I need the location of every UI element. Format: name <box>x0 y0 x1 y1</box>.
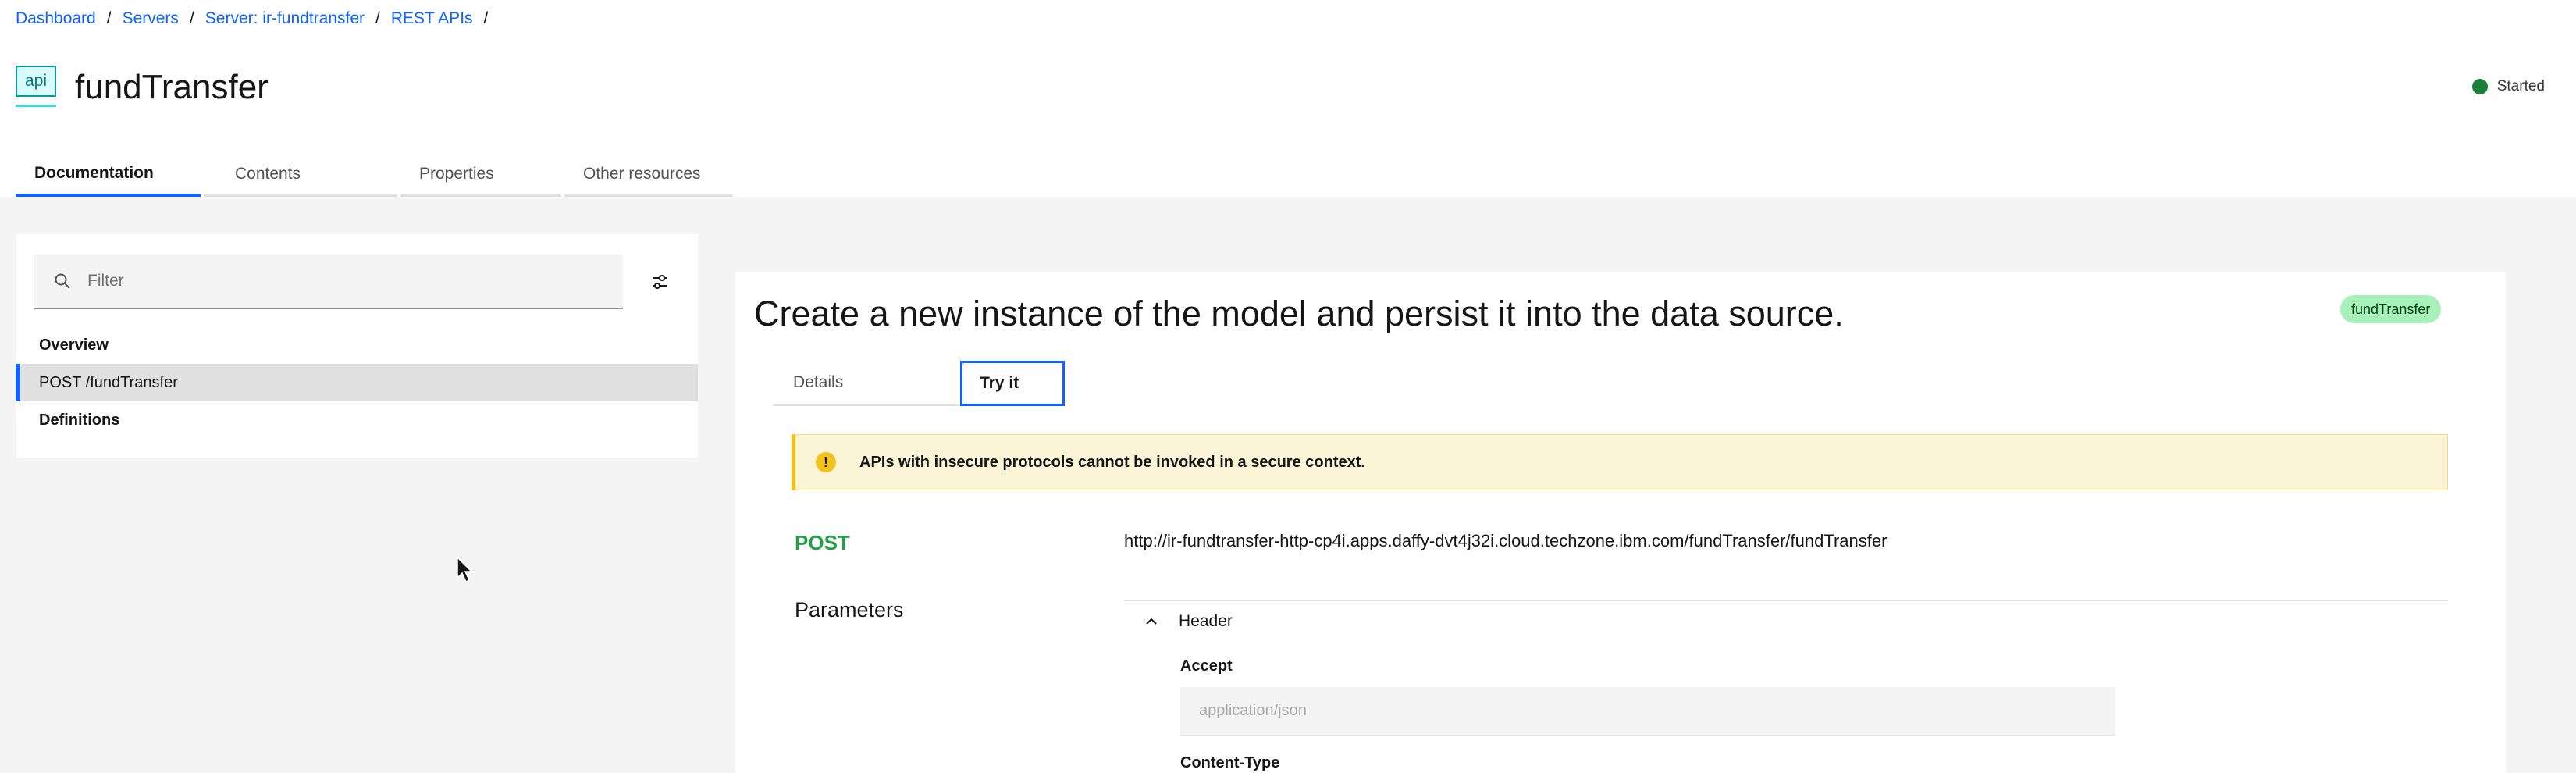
parameters-heading: Parameters <box>795 598 904 622</box>
accept-input[interactable] <box>1180 687 2115 736</box>
breadcrumb-server[interactable]: Server: ir-fundtransfer <box>205 9 365 28</box>
chevron-up-icon <box>1143 613 1160 630</box>
mouse-cursor-icon <box>456 556 475 584</box>
tab-properties[interactable]: Properties <box>400 153 561 197</box>
header-section-toggle[interactable]: Header <box>1143 612 1233 631</box>
operation-subtabs: Details Try it <box>773 361 1065 406</box>
filter-row <box>34 255 698 309</box>
filter-settings-icon[interactable] <box>648 270 671 294</box>
sidebar-nav: Overview POST /fundTransfer Definitions <box>16 326 698 439</box>
breadcrumb-separator: / <box>106 9 112 27</box>
http-method: POST <box>795 531 850 554</box>
sidebar-item-definitions[interactable]: Definitions <box>16 401 698 439</box>
endpoint-url: http://ir-fundtransfer-http-cp4i.apps.da… <box>1124 531 1888 550</box>
operation-panel: Create a new instance of the model and p… <box>735 272 2506 773</box>
tab-other-resources[interactable]: Other resources <box>564 153 733 197</box>
status-indicator: Started <box>2471 78 2545 95</box>
api-icon: api <box>16 66 58 108</box>
divider <box>1124 600 2448 601</box>
warning-message: APIs with insecure protocols cannot be i… <box>859 453 1365 471</box>
breadcrumb-dashboard[interactable]: Dashboard <box>16 9 96 28</box>
warning-notification: ! APIs with insecure protocols cannot be… <box>792 434 2448 490</box>
sidebar-item-overview[interactable]: Overview <box>16 326 698 364</box>
breadcrumb-separator: / <box>483 9 489 27</box>
search-icon <box>53 272 72 290</box>
filter-box <box>34 255 623 309</box>
header-section-label: Header <box>1179 612 1233 630</box>
main-tabs: Documentation Contents Properties Other … <box>16 153 736 197</box>
operation-tag: fundTransfer <box>2340 295 2442 323</box>
tab-details[interactable]: Details <box>773 361 960 406</box>
warning-icon: ! <box>816 452 836 472</box>
breadcrumb-separator: / <box>189 9 194 27</box>
accept-label: Accept <box>1180 657 1233 675</box>
tab-try-it[interactable]: Try it <box>960 361 1065 406</box>
breadcrumb: Dashboard / Servers / Server: ir-fundtra… <box>16 8 499 30</box>
filter-input[interactable] <box>87 272 595 290</box>
content-type-label: Content-Type <box>1180 754 1280 771</box>
api-icon-underline <box>16 105 56 107</box>
page-title: fundTransfer <box>75 68 269 106</box>
tab-contents[interactable]: Contents <box>204 153 397 197</box>
breadcrumb-rest-apis[interactable]: REST APIs <box>391 9 473 28</box>
top-header: Dashboard / Servers / Server: ir-fundtra… <box>0 0 2576 197</box>
breadcrumb-servers[interactable]: Servers <box>123 9 179 28</box>
status-dot-icon <box>2471 79 2488 94</box>
breadcrumb-separator: / <box>375 9 380 27</box>
tab-documentation[interactable]: Documentation <box>16 153 201 197</box>
sidebar: Overview POST /fundTransfer Definitions <box>16 234 698 458</box>
sidebar-item-post-fundtransfer[interactable]: POST /fundTransfer <box>16 364 698 401</box>
api-icon-label: api <box>16 66 56 97</box>
operation-title: Create a new instance of the model and p… <box>754 294 1844 333</box>
status-text: Started <box>2496 78 2545 94</box>
